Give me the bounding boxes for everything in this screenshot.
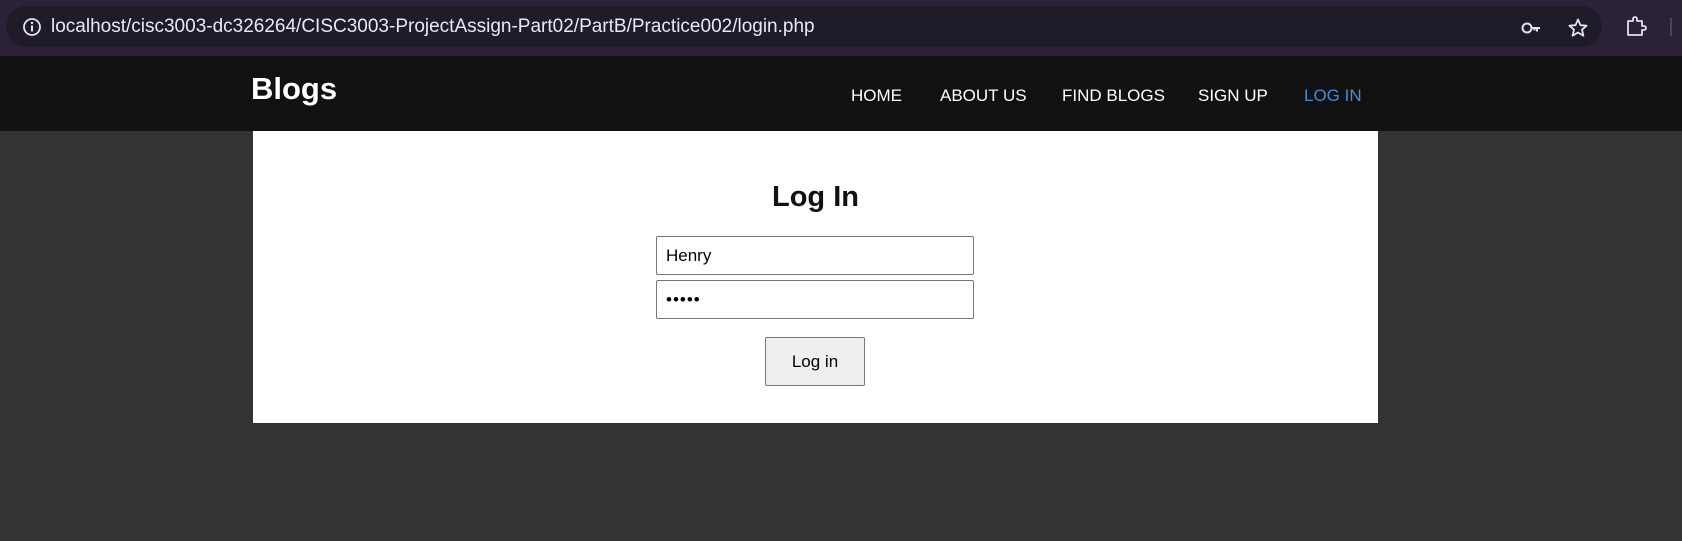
nav-link-about-us[interactable]: ABOUT US — [940, 85, 1027, 107]
login-card: Log In Log in — [253, 131, 1378, 423]
address-bar[interactable]: localhost/cisc3003-dc326264/CISC3003-Pro… — [6, 6, 1602, 47]
toolbar-divider — [1670, 18, 1672, 36]
star-icon[interactable] — [1567, 17, 1589, 39]
nav-link-home[interactable]: HOME — [851, 85, 902, 107]
page-title: Log In — [772, 181, 859, 213]
nav-link-log-in[interactable]: LOG IN — [1304, 85, 1362, 107]
browser-toolbar: localhost/cisc3003-dc326264/CISC3003-Pro… — [0, 0, 1682, 56]
username-field[interactable] — [656, 236, 974, 275]
site-brand[interactable]: Blogs — [251, 71, 337, 107]
extensions-icon[interactable] — [1624, 14, 1648, 38]
password-field[interactable] — [656, 280, 974, 319]
site-navbar: Blogs HOME ABOUT US FIND BLOGS SIGN UP L… — [0, 56, 1682, 131]
nav-link-sign-up[interactable]: SIGN UP — [1198, 85, 1268, 107]
login-button[interactable]: Log in — [765, 337, 865, 386]
nav-link-find-blogs[interactable]: FIND BLOGS — [1062, 85, 1165, 107]
url-text[interactable]: localhost/cisc3003-dc326264/CISC3003-Pro… — [51, 16, 815, 38]
key-icon[interactable] — [1520, 17, 1542, 39]
info-icon[interactable] — [22, 17, 42, 37]
